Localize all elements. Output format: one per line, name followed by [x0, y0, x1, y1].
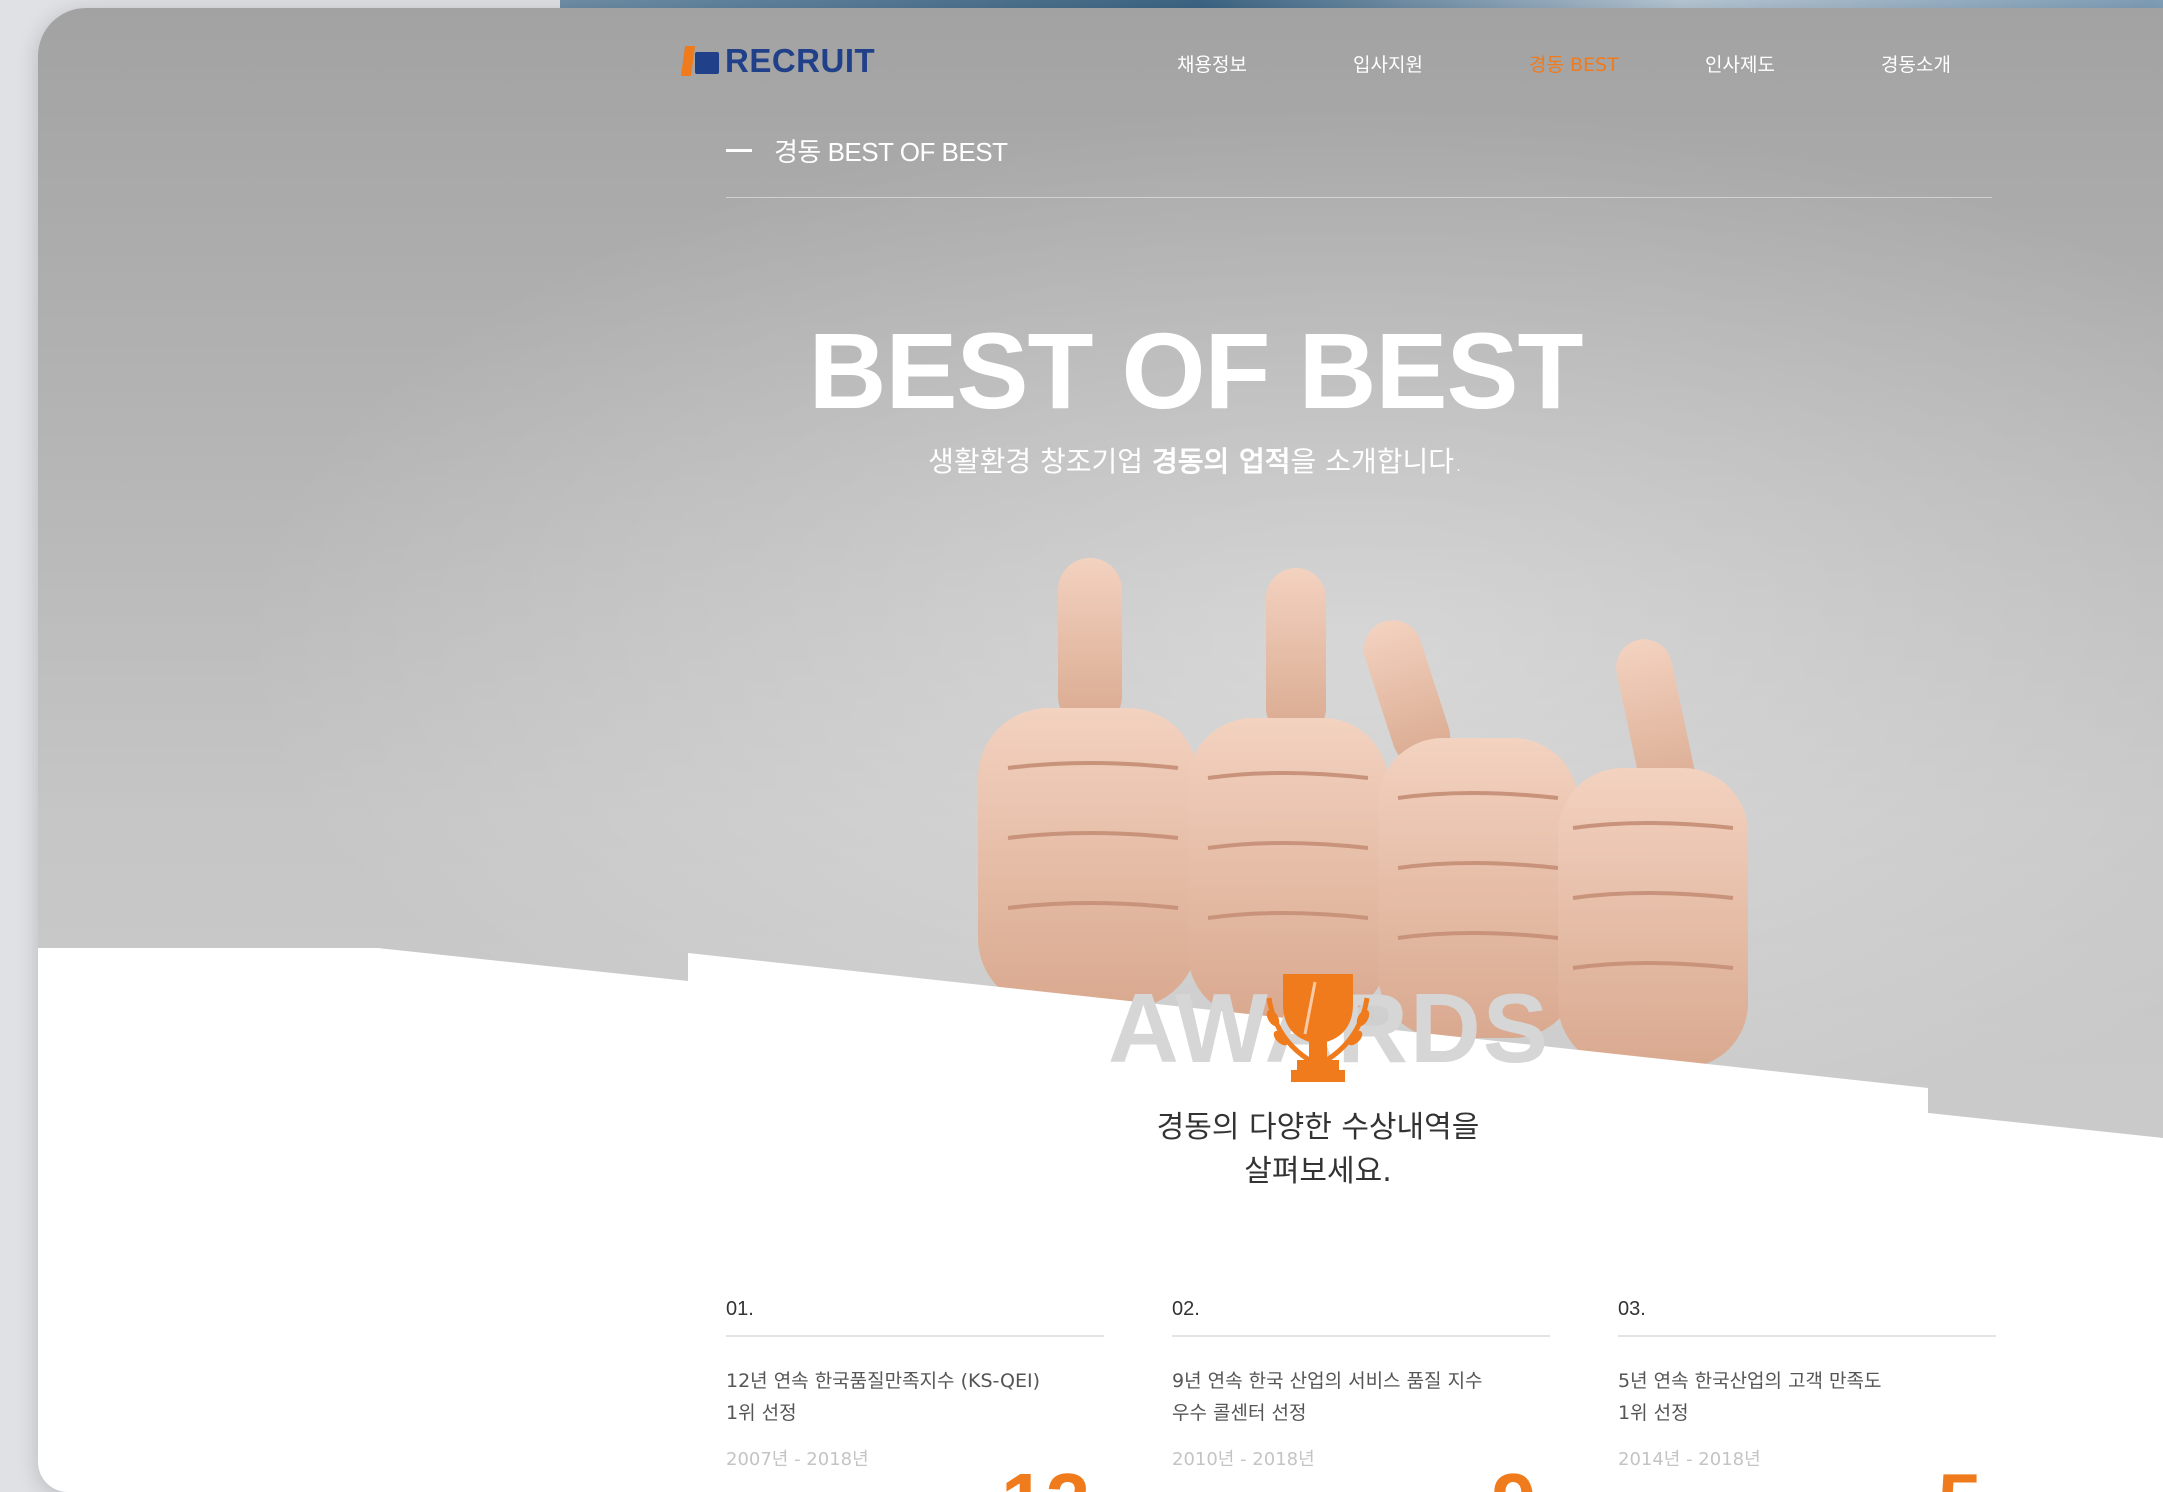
nav-item-about[interactable]: 경동소개: [1881, 50, 2057, 77]
content-background-shape: [38, 948, 2163, 1492]
awards-description-line-1: 경동의 다양한 수상내역을: [1156, 1110, 1480, 1145]
breadcrumb-divider: [726, 197, 1992, 198]
awards-heading: AWARDS: [1108, 968, 1548, 1098]
award-card-title: 12년 연속 한국품질만족지수 (KS-QEI) 1위 선정: [726, 1370, 1041, 1424]
award-card-count: 5: [1938, 1462, 1983, 1492]
award-card-count: 12: [1001, 1462, 1090, 1492]
award-card: 03. 5년 연속 한국산업의 고객 만족도 1위 선정 2014년 - 201…: [1618, 1298, 1996, 1492]
logo[interactable]: RECRUIT: [680, 42, 876, 80]
award-card: 02. 9년 연속 한국 산업의 서비스 품질 지수 우수 콜센터 선정 201…: [1172, 1298, 1550, 1492]
main-nav: 채용정보 입사지원 경동 BEST 인사제도 경동소개: [1177, 50, 2057, 77]
nav-item-best[interactable]: 경동 BEST: [1529, 50, 1705, 77]
awards-description-line-2: 살펴보세요.: [1244, 1154, 1392, 1189]
award-card-number: 02.: [1172, 1298, 1550, 1337]
recruit-logo-icon: [680, 46, 721, 76]
hero-title: BEST OF BEST: [808, 310, 1583, 431]
award-card-title: 5년 연속 한국산업의 고객 만족도 1위 선정: [1618, 1370, 1882, 1424]
hero-subtitle: 생활환경 창조기업 경동의 업적을 소개합니다.: [38, 440, 2163, 480]
page-frame: RECRUIT 채용정보 입사지원 경동 BEST 인사제도 경동소개 경동 B…: [38, 8, 2163, 1492]
award-card-title: 9년 연속 한국 산업의 서비스 품질 지수 우수 콜센터 선정: [1172, 1370, 1483, 1424]
award-card-count: 9: [1492, 1462, 1537, 1492]
logo-text: RECRUIT: [725, 42, 876, 79]
hero-subtitle-post: 을 소개합니다.: [1290, 445, 1463, 478]
site-header: RECRUIT 채용정보 입사지원 경동 BEST 인사제도 경동소개: [680, 36, 2003, 88]
award-card-number: 01.: [726, 1298, 1104, 1337]
hero-subtitle-pre: 생활환경 창조기업: [928, 445, 1152, 478]
breadcrumb-label: 경동 BEST OF BEST: [774, 137, 1008, 167]
nav-item-apply[interactable]: 입사지원: [1353, 50, 1529, 77]
nav-item-jobs[interactable]: 채용정보: [1177, 50, 1353, 77]
award-card-number: 03.: [1618, 1298, 1996, 1337]
award-card: 01. 12년 연속 한국품질만족지수 (KS-QEI) 1위 선정 2007년…: [726, 1298, 1104, 1492]
trophy-icon: [1266, 974, 1370, 1082]
award-cards: 01. 12년 연속 한국품질만족지수 (KS-QEI) 1위 선정 2007년…: [726, 1298, 1996, 1492]
awards-description: 경동의 다양한 수상내역을 살펴보세요.: [1108, 1106, 1528, 1194]
hero-subtitle-bold: 경동의 업적: [1151, 445, 1291, 478]
breadcrumb-dash: [726, 149, 752, 152]
breadcrumb: 경동 BEST OF BEST: [726, 132, 1008, 169]
nav-item-hr-system[interactable]: 인사제도: [1705, 50, 1881, 77]
